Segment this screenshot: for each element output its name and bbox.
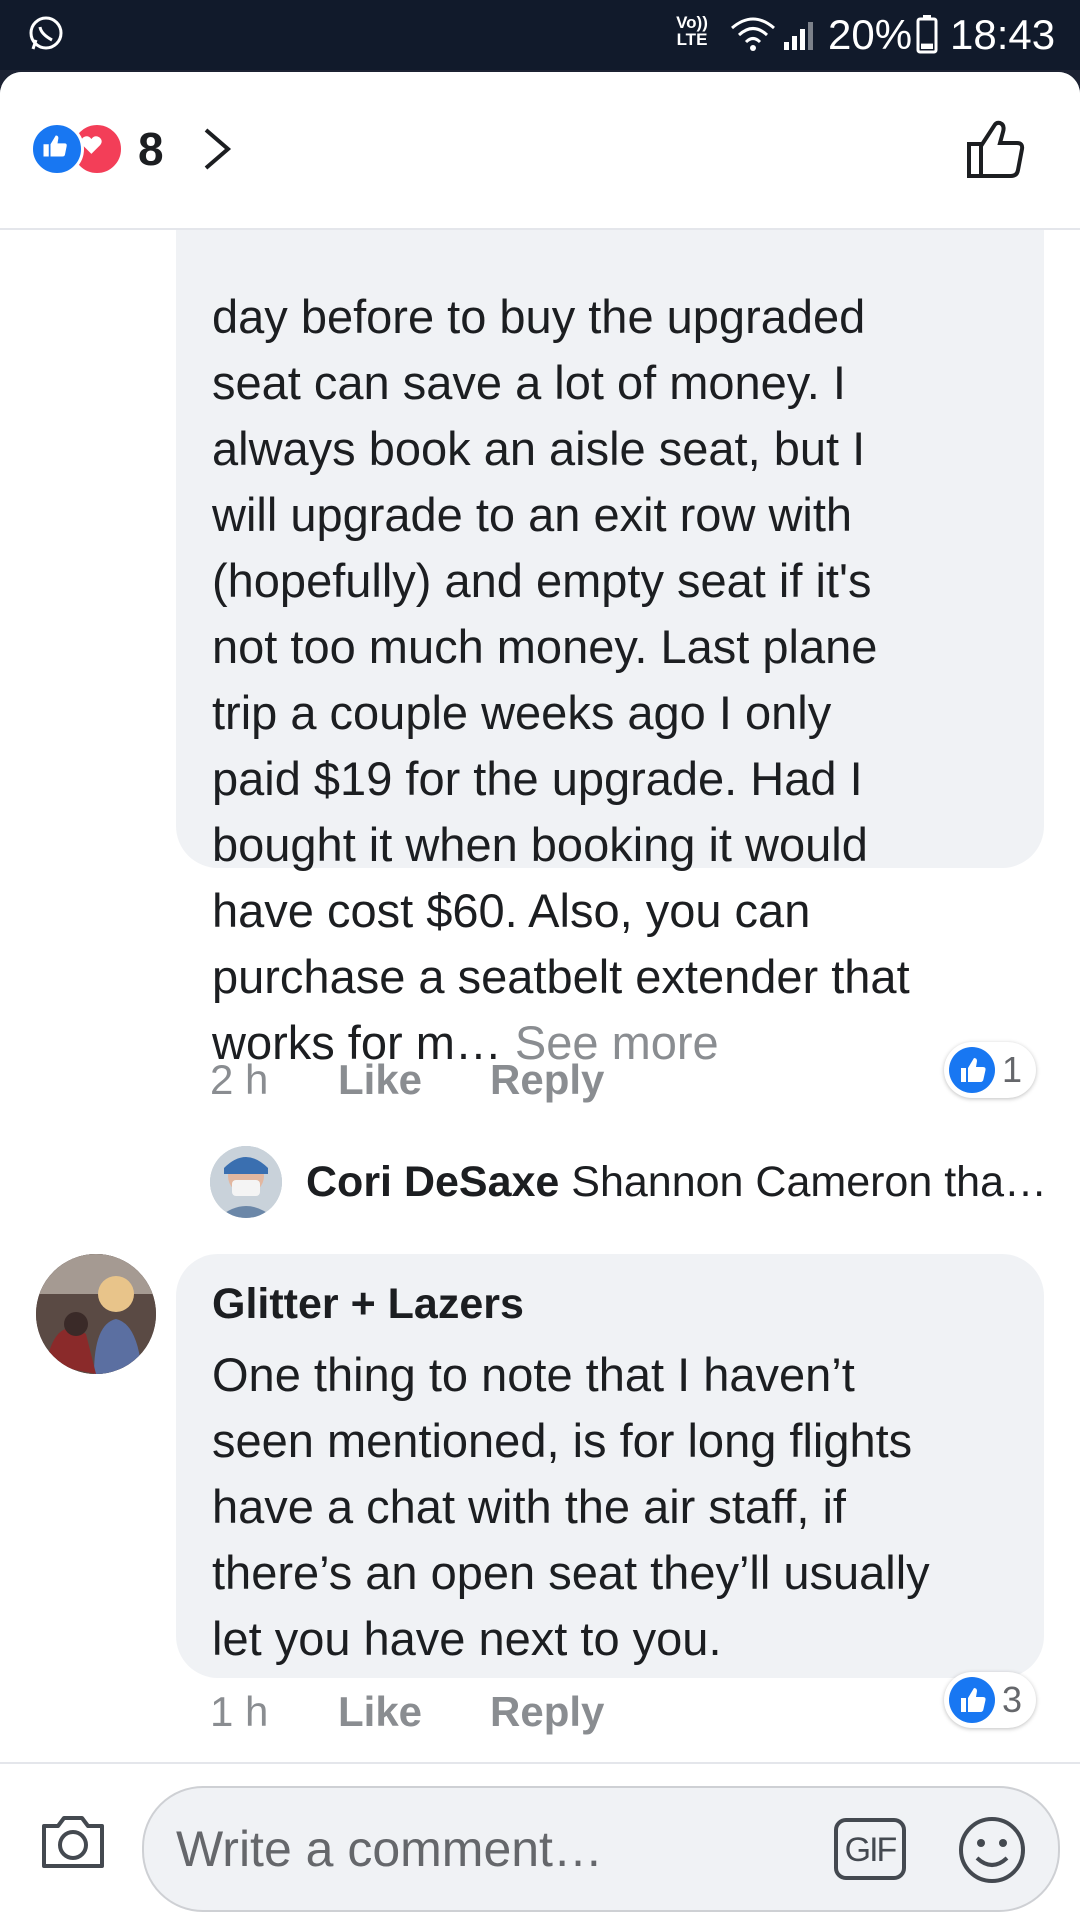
like-reaction-icon [949, 1677, 995, 1723]
reaction-count: 8 [138, 123, 164, 175]
battery-percent: 20% [828, 11, 913, 58]
reply-author: Cori DeSaxe [306, 1158, 560, 1206]
whatsapp-icon [29, 16, 63, 50]
like-reaction-icon [30, 122, 84, 176]
thumbs-up-outline-icon[interactable] [964, 116, 1030, 182]
comment-text: One thing to note that I haven’t seen me… [212, 1348, 930, 1665]
comment-like-badge[interactable]: 3 [944, 1672, 1036, 1728]
comment-body: day before to buy the upgraded seat can … [212, 290, 910, 1069]
camera-icon[interactable] [38, 1806, 108, 1876]
comments-sheet: 8 day before to buy the upgraded seat ca… [0, 72, 1080, 1920]
comment-bubble[interactable]: day before to buy the upgraded seat can … [176, 128, 1044, 1069]
avatar[interactable] [210, 1146, 282, 1218]
gif-button[interactable]: GIF [834, 1818, 906, 1880]
comment-author[interactable]: Glitter + Lazers [212, 1274, 524, 1334]
like-button[interactable]: Like [338, 1688, 422, 1736]
like-button[interactable]: Like [338, 1056, 422, 1104]
status-bar: Vo)) LTE 20% 18:43 [0, 0, 1080, 70]
reply-preview[interactable]: Cori DeSaxe Shannon Cameron tha… [306, 1152, 1047, 1212]
network-type-label: Vo)) LTE [676, 13, 708, 49]
comment-input[interactable] [174, 1808, 818, 1890]
like-count: 1 [1002, 1049, 1023, 1090]
comment-text: day before to buy the upgraded seat can … [212, 284, 1014, 1076]
battery-icon [916, 15, 938, 54]
signal-icon [784, 22, 813, 50]
like-reaction-icon [949, 1047, 995, 1093]
reply-button[interactable]: Reply [490, 1056, 604, 1104]
comment-meta: 2 h Like Reply [210, 1056, 710, 1106]
comment-time: 2 h [210, 1056, 269, 1103]
comment-time: 1 h [210, 1688, 269, 1735]
sheet-header: 8 [0, 72, 1080, 230]
comment-composer: GIF [0, 1762, 1080, 1922]
like-count: 3 [1002, 1679, 1023, 1720]
avatar[interactable] [36, 1254, 156, 1374]
wifi-icon [731, 17, 775, 51]
status-time: 18:43 [950, 11, 1056, 58]
reply-button[interactable]: Reply [490, 1688, 604, 1736]
emoji-icon[interactable] [956, 1814, 1028, 1886]
comment-input-container[interactable]: GIF [142, 1786, 1060, 1912]
comment-bubble[interactable]: Glitter + Lazers One thing to note that … [176, 1254, 1044, 1678]
chevron-right-icon[interactable] [200, 124, 234, 174]
reply-snippet: Shannon Cameron tha… [571, 1158, 1047, 1206]
comment-like-badge[interactable]: 1 [944, 1042, 1036, 1098]
comment-meta: 1 h Like Reply [210, 1688, 710, 1738]
